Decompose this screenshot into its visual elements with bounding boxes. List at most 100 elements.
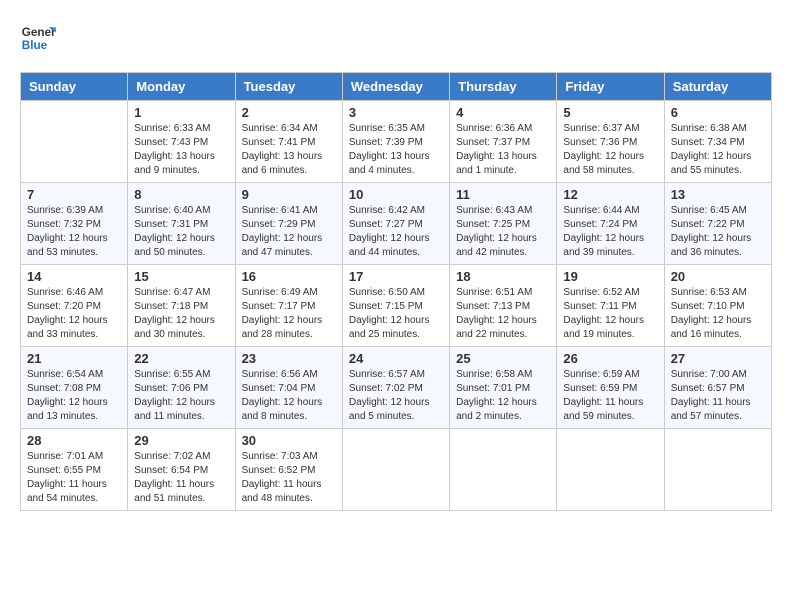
- day-info: Sunrise: 6:41 AM Sunset: 7:29 PM Dayligh…: [242, 204, 336, 260]
- calendar-cell: 1 Sunrise: 6:33 AM Sunset: 7:43 PM Daylig…: [128, 101, 235, 183]
- svg-text:Blue: Blue: [22, 39, 48, 52]
- day-number: 10: [349, 187, 443, 202]
- calendar-cell: 4 Sunrise: 6:36 AM Sunset: 7:37 PM Daylig…: [450, 101, 557, 183]
- day-info: Sunrise: 7:02 AM Sunset: 6:54 PM Dayligh…: [134, 450, 228, 506]
- day-number: 26: [563, 351, 657, 366]
- calendar-cell: 24Sunrise: 6:57 AM Sunset: 7:02 PM Dayli…: [342, 347, 449, 429]
- calendar-cell: 26Sunrise: 6:59 AM Sunset: 6:59 PM Dayli…: [557, 347, 664, 429]
- day-number: 23: [242, 351, 336, 366]
- day-number: 24: [349, 351, 443, 366]
- day-info: Sunrise: 6:47 AM Sunset: 7:18 PM Dayligh…: [134, 286, 228, 342]
- calendar-week-4: 21 Sunrise: 6:54 AM Sunset: 7:08 PM Dayli…: [21, 347, 772, 429]
- day-number: 14: [27, 269, 121, 284]
- calendar-cell: 13 Sunrise: 6:45 AM Sunset: 7:22 PM Dayli…: [664, 183, 771, 265]
- weekday-header-thursday: Thursday: [450, 73, 557, 101]
- day-number: 29: [134, 433, 228, 448]
- day-info: Sunrise: 6:33 AM Sunset: 7:43 PM Dayligh…: [134, 122, 228, 178]
- calendar-cell: 25 Sunrise: 6:58 AM Sunset: 7:01 PM Dayli…: [450, 347, 557, 429]
- day-info: Sunrise: 6:39 AM Sunset: 7:32 PM Dayligh…: [27, 204, 121, 260]
- calendar-cell: 20 Sunrise: 6:53 AM Sunset: 7:10 PM Dayli…: [664, 265, 771, 347]
- calendar-cell: 30 Sunrise: 7:03 AM Sunset: 6:52 PM Dayli…: [235, 429, 342, 511]
- calendar-cell: 2 Sunrise: 6:34 AM Sunset: 7:41 PM Daylig…: [235, 101, 342, 183]
- calendar-cell: 8 Sunrise: 6:40 AM Sunset: 7:31 PM Daylig…: [128, 183, 235, 265]
- page-header: General Blue: [20, 20, 772, 56]
- day-number: 22: [134, 351, 228, 366]
- logo-icon: General Blue: [20, 20, 56, 56]
- weekday-header-row: SundayMondayTuesdayWednesdayThursdayFrid…: [21, 73, 772, 101]
- calendar-cell: [342, 429, 449, 511]
- day-info: Sunrise: 6:44 AM Sunset: 7:24 PM Dayligh…: [563, 204, 657, 260]
- calendar-table: SundayMondayTuesdayWednesdayThursdayFrid…: [20, 72, 772, 511]
- weekday-header-wednesday: Wednesday: [342, 73, 449, 101]
- calendar-cell: [21, 101, 128, 183]
- day-number: 6: [671, 105, 765, 120]
- day-info: Sunrise: 7:03 AM Sunset: 6:52 PM Dayligh…: [242, 450, 336, 506]
- day-info: Sunrise: 6:54 AM Sunset: 7:08 PM Dayligh…: [27, 368, 121, 424]
- day-info: Sunrise: 6:45 AM Sunset: 7:22 PM Dayligh…: [671, 204, 765, 260]
- day-info: Sunrise: 6:50 AM Sunset: 7:15 PM Dayligh…: [349, 286, 443, 342]
- calendar-cell: 10 Sunrise: 6:42 AM Sunset: 7:27 PM Dayli…: [342, 183, 449, 265]
- calendar-cell: 3 Sunrise: 6:35 AM Sunset: 7:39 PM Daylig…: [342, 101, 449, 183]
- calendar-cell: 14 Sunrise: 6:46 AM Sunset: 7:20 PM Dayli…: [21, 265, 128, 347]
- calendar-cell: [450, 429, 557, 511]
- calendar-cell: 12 Sunrise: 6:44 AM Sunset: 7:24 PM Dayli…: [557, 183, 664, 265]
- day-info: Sunrise: 6:51 AM Sunset: 7:13 PM Dayligh…: [456, 286, 550, 342]
- day-number: 3: [349, 105, 443, 120]
- day-info: Sunrise: 6:55 AM Sunset: 7:06 PM Dayligh…: [134, 368, 228, 424]
- calendar-cell: 19 Sunrise: 6:52 AM Sunset: 7:11 PM Dayli…: [557, 265, 664, 347]
- calendar-cell: 23 Sunrise: 6:56 AM Sunset: 7:04 PM Dayli…: [235, 347, 342, 429]
- day-info: Sunrise: 6:37 AM Sunset: 7:36 PM Dayligh…: [563, 122, 657, 178]
- calendar-cell: 11 Sunrise: 6:43 AM Sunset: 7:25 PM Dayli…: [450, 183, 557, 265]
- day-number: 13: [671, 187, 765, 202]
- day-number: 28: [27, 433, 121, 448]
- weekday-header-sunday: Sunday: [21, 73, 128, 101]
- calendar-cell: 28 Sunrise: 7:01 AM Sunset: 6:55 PM Dayli…: [21, 429, 128, 511]
- day-number: 16: [242, 269, 336, 284]
- day-number: 8: [134, 187, 228, 202]
- day-number: 12: [563, 187, 657, 202]
- calendar-cell: [557, 429, 664, 511]
- calendar-cell: 22 Sunrise: 6:55 AM Sunset: 7:06 PM Dayli…: [128, 347, 235, 429]
- calendar-cell: 16Sunrise: 6:49 AM Sunset: 7:17 PM Dayli…: [235, 265, 342, 347]
- day-number: 1: [134, 105, 228, 120]
- day-info: Sunrise: 6:46 AM Sunset: 7:20 PM Dayligh…: [27, 286, 121, 342]
- calendar-cell: 21 Sunrise: 6:54 AM Sunset: 7:08 PM Dayli…: [21, 347, 128, 429]
- day-info: Sunrise: 6:35 AM Sunset: 7:39 PM Dayligh…: [349, 122, 443, 178]
- day-number: 4: [456, 105, 550, 120]
- day-number: 11: [456, 187, 550, 202]
- day-number: 9: [242, 187, 336, 202]
- day-info: Sunrise: 6:43 AM Sunset: 7:25 PM Dayligh…: [456, 204, 550, 260]
- day-info: Sunrise: 6:56 AM Sunset: 7:04 PM Dayligh…: [242, 368, 336, 424]
- weekday-header-monday: Monday: [128, 73, 235, 101]
- day-number: 7: [27, 187, 121, 202]
- day-number: 15: [134, 269, 228, 284]
- day-number: 30: [242, 433, 336, 448]
- day-info: Sunrise: 6:52 AM Sunset: 7:11 PM Dayligh…: [563, 286, 657, 342]
- day-number: 19: [563, 269, 657, 284]
- calendar-cell: 7 Sunrise: 6:39 AM Sunset: 7:32 PM Daylig…: [21, 183, 128, 265]
- day-info: Sunrise: 6:53 AM Sunset: 7:10 PM Dayligh…: [671, 286, 765, 342]
- day-number: 27: [671, 351, 765, 366]
- day-info: Sunrise: 6:40 AM Sunset: 7:31 PM Dayligh…: [134, 204, 228, 260]
- day-info: Sunrise: 6:34 AM Sunset: 7:41 PM Dayligh…: [242, 122, 336, 178]
- calendar-week-1: 1 Sunrise: 6:33 AM Sunset: 7:43 PM Daylig…: [21, 101, 772, 183]
- weekday-header-friday: Friday: [557, 73, 664, 101]
- day-number: 25: [456, 351, 550, 366]
- day-info: Sunrise: 6:36 AM Sunset: 7:37 PM Dayligh…: [456, 122, 550, 178]
- day-number: 18: [456, 269, 550, 284]
- calendar-cell: 17Sunrise: 6:50 AM Sunset: 7:15 PM Dayli…: [342, 265, 449, 347]
- day-number: 5: [563, 105, 657, 120]
- day-number: 21: [27, 351, 121, 366]
- calendar-cell: 6Sunrise: 6:38 AM Sunset: 7:34 PM Daylig…: [664, 101, 771, 183]
- calendar-cell: 15 Sunrise: 6:47 AM Sunset: 7:18 PM Dayli…: [128, 265, 235, 347]
- logo: General Blue: [20, 20, 56, 56]
- day-info: Sunrise: 6:58 AM Sunset: 7:01 PM Dayligh…: [456, 368, 550, 424]
- day-info: Sunrise: 6:42 AM Sunset: 7:27 PM Dayligh…: [349, 204, 443, 260]
- day-info: Sunrise: 7:01 AM Sunset: 6:55 PM Dayligh…: [27, 450, 121, 506]
- calendar-cell: 27Sunrise: 7:00 AM Sunset: 6:57 PM Dayli…: [664, 347, 771, 429]
- day-number: 2: [242, 105, 336, 120]
- day-number: 20: [671, 269, 765, 284]
- calendar-cell: 18 Sunrise: 6:51 AM Sunset: 7:13 PM Dayli…: [450, 265, 557, 347]
- calendar-week-2: 7 Sunrise: 6:39 AM Sunset: 7:32 PM Daylig…: [21, 183, 772, 265]
- calendar-cell: 29 Sunrise: 7:02 AM Sunset: 6:54 PM Dayli…: [128, 429, 235, 511]
